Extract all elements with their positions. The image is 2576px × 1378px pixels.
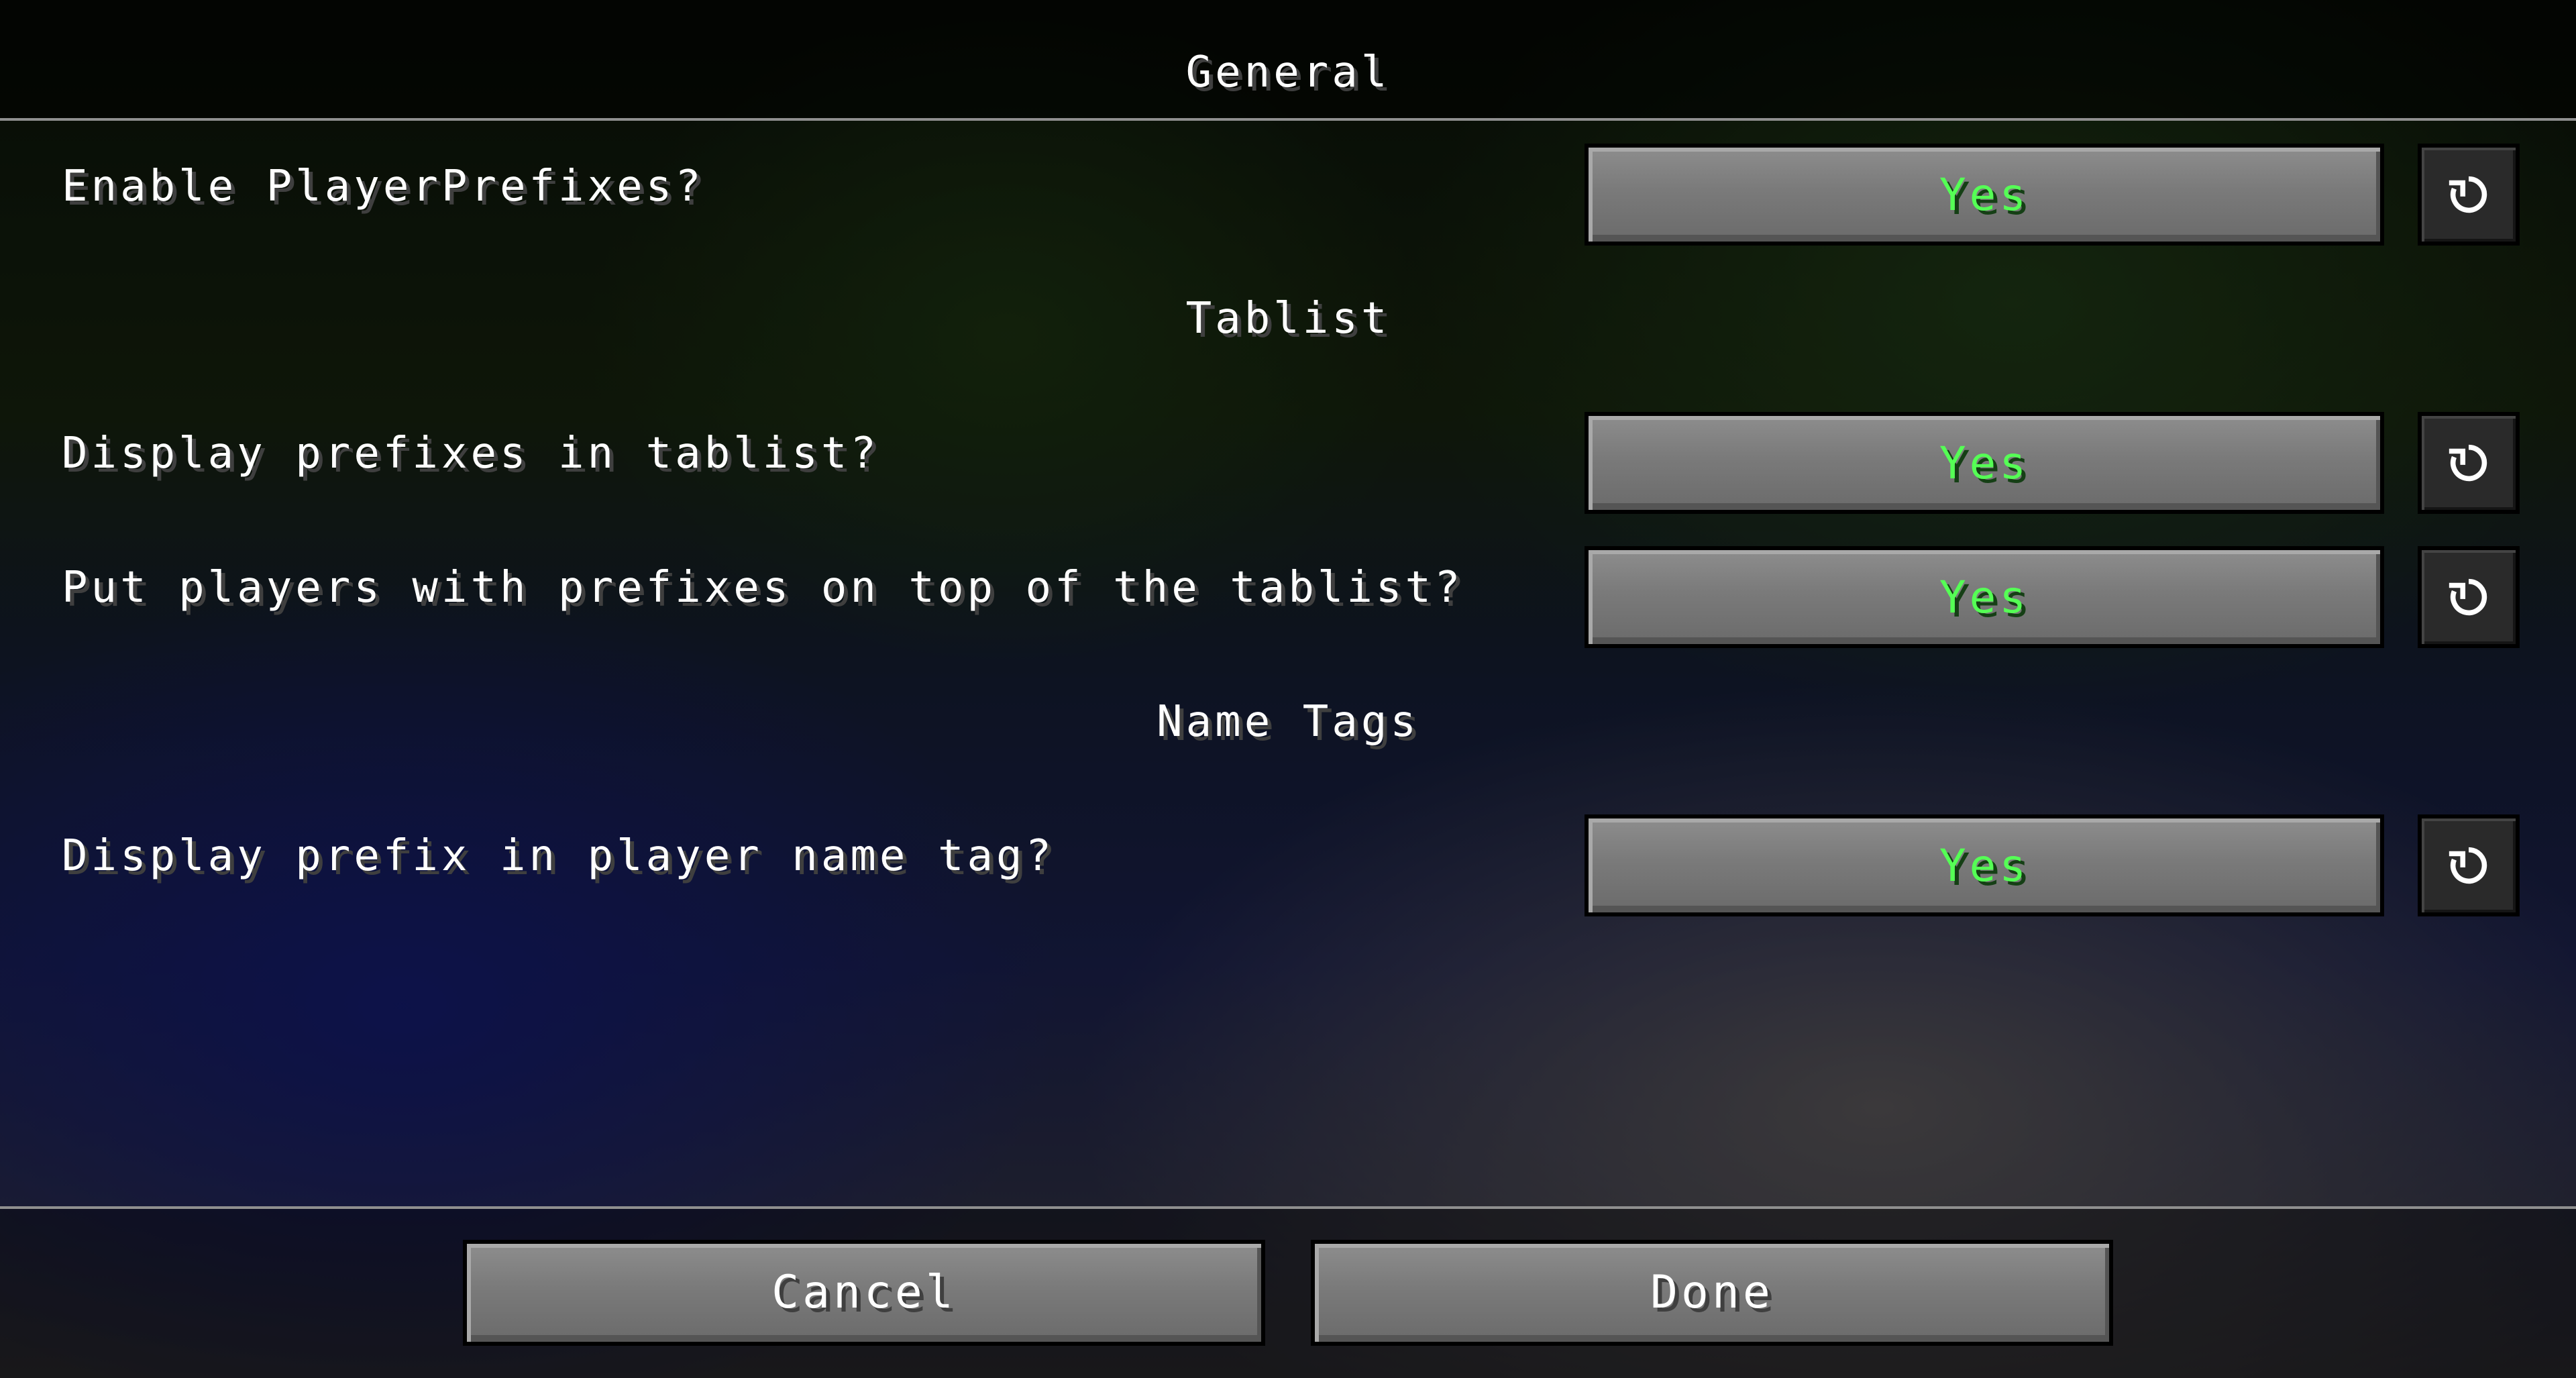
- toggle-value: Yes: [1939, 839, 2030, 892]
- cancel-button[interactable]: Cancel: [463, 1240, 1265, 1346]
- done-button-label: Done: [1650, 1266, 1774, 1319]
- section-title-name-tags: Name Tags: [1157, 697, 1419, 747]
- reset-enable-playerprefixes-button[interactable]: [2418, 144, 2520, 246]
- toggle-prefixes-on-top-button[interactable]: Yes: [1585, 546, 2384, 648]
- option-label-prefixes-on-top: Put players with prefixes on top of the …: [62, 563, 1464, 613]
- footer-band: [0, 1206, 2576, 1378]
- section-title-tablist: Tablist: [1185, 294, 1391, 343]
- toggle-enable-playerprefixes-button[interactable]: Yes: [1585, 144, 2384, 246]
- reset-icon: [2449, 578, 2487, 616]
- section-title-general: General: [1185, 48, 1391, 97]
- toggle-value: Yes: [1939, 571, 2030, 623]
- toggle-value: Yes: [1939, 437, 2030, 489]
- reset-icon: [2449, 176, 2487, 213]
- toggle-value: Yes: [1939, 168, 2030, 221]
- reset-prefixes-on-top-button[interactable]: [2418, 546, 2520, 648]
- toggle-prefix-name-tag-button[interactable]: Yes: [1585, 814, 2384, 916]
- reset-prefix-name-tag-button[interactable]: [2418, 814, 2520, 916]
- done-button[interactable]: Done: [1311, 1240, 2113, 1346]
- option-label-prefix-name-tag: Display prefix in player name tag?: [62, 831, 1055, 881]
- reset-display-prefixes-tablist-button[interactable]: [2418, 412, 2520, 514]
- reset-icon: [2449, 444, 2487, 482]
- option-label-enable-playerprefixes: Enable PlayerPrefixes?: [62, 162, 704, 211]
- reset-icon: [2449, 847, 2487, 884]
- option-label-display-prefixes-tablist: Display prefixes in tablist?: [62, 429, 879, 478]
- cancel-button-label: Cancel: [771, 1266, 957, 1319]
- config-screen: General Enable PlayerPrefixes? Yes Tabli…: [0, 0, 2576, 1378]
- toggle-display-prefixes-tablist-button[interactable]: Yes: [1585, 412, 2384, 514]
